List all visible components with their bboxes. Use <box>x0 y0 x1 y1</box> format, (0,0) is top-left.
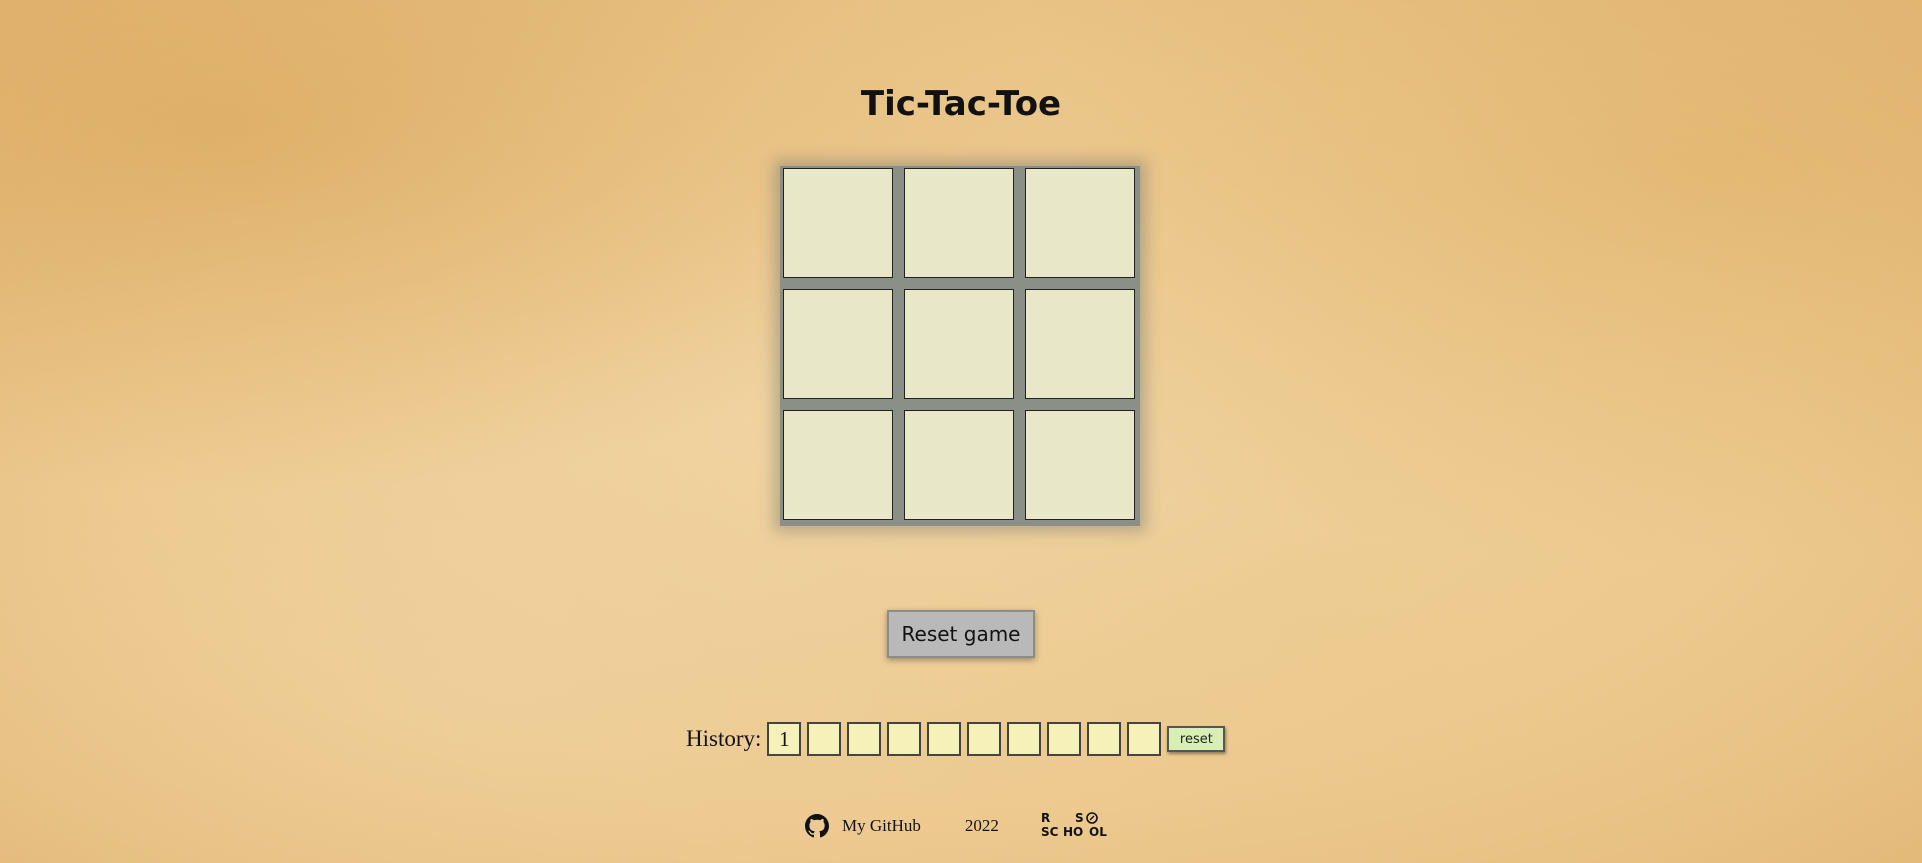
board-cell[interactable] <box>1025 168 1135 278</box>
history-step[interactable] <box>1047 722 1082 756</box>
github-link-text: My GitHub <box>842 816 921 835</box>
history-label: History: <box>686 726 762 751</box>
board-cell[interactable] <box>1025 289 1135 399</box>
history-step[interactable] <box>1007 722 1042 756</box>
board-cell[interactable] <box>783 410 893 520</box>
github-icon <box>805 814 829 838</box>
board-cell[interactable] <box>783 168 893 278</box>
reset-game-button[interactable]: Reset game <box>887 610 1035 658</box>
history-step[interactable]: 1 <box>767 722 802 756</box>
board-cell[interactable] <box>904 410 1014 520</box>
svg-text:HO: HO <box>1063 825 1083 839</box>
footer: My GitHub 2022 R S SC HO OL <box>805 810 1111 842</box>
board-cell[interactable] <box>1025 410 1135 520</box>
game-board <box>780 166 1140 526</box>
svg-text:OL: OL <box>1089 825 1107 839</box>
history-step[interactable] <box>847 722 882 756</box>
history-step[interactable] <box>927 722 962 756</box>
history-reset-button[interactable]: reset <box>1167 726 1226 752</box>
board-cell[interactable] <box>904 168 1014 278</box>
history-step[interactable] <box>1127 722 1162 756</box>
svg-text:S: S <box>1075 811 1084 825</box>
board-cell[interactable] <box>904 289 1014 399</box>
history-step[interactable] <box>1087 722 1122 756</box>
board-cell[interactable] <box>783 289 893 399</box>
page-title: Tic-Tac-Toe <box>860 84 1062 124</box>
svg-text:SC: SC <box>1041 825 1059 839</box>
github-link[interactable]: My GitHub <box>805 814 921 838</box>
rs-school-logo[interactable]: R S SC HO OL <box>1041 811 1111 841</box>
history-step[interactable] <box>807 722 842 756</box>
history-bar: History: 1 reset <box>686 720 1226 758</box>
history-step[interactable] <box>967 722 1002 756</box>
history-step[interactable] <box>887 722 922 756</box>
footer-year: 2022 <box>964 816 999 835</box>
svg-text:R: R <box>1041 811 1050 825</box>
